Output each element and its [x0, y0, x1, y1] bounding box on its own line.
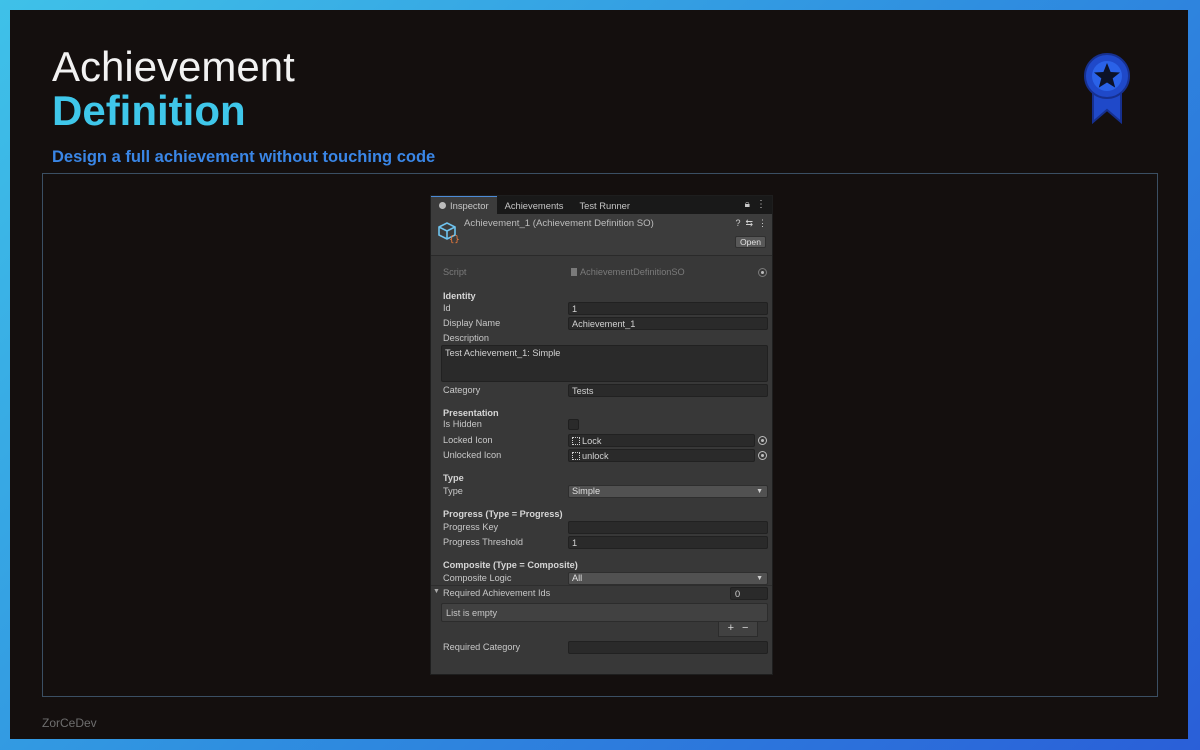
category-label: Category [443, 385, 481, 395]
category-field[interactable]: Tests [568, 384, 768, 397]
slide: Achievement Definition Design a full ach… [10, 10, 1188, 739]
description-label: Description [443, 333, 489, 343]
type-dropdown[interactable]: Simple ▼ [568, 485, 768, 498]
open-button[interactable]: Open [734, 236, 766, 248]
display-name-row: Display Name Achievement_1 [431, 317, 772, 331]
unlocked-icon-field[interactable]: unlock [568, 449, 755, 462]
more-options-icon[interactable]: ⋮ [756, 199, 766, 210]
type-header: Type [443, 473, 464, 483]
locked-icon-row: Locked Icon Lock [431, 434, 772, 448]
locked-icon-value: Lock [582, 436, 602, 446]
id-label: Id [443, 303, 451, 313]
is-hidden-label: Is Hidden [443, 419, 482, 429]
help-icon[interactable]: ? [735, 218, 740, 229]
header-icons: ? ⇆ ⋮ [735, 218, 767, 229]
type-row: Type Simple ▼ [431, 485, 772, 499]
context-menu-icon[interactable]: ⋮ [758, 218, 767, 229]
progress-threshold-label: Progress Threshold [443, 537, 524, 547]
subtitle: Design a full achievement without touchi… [52, 148, 436, 166]
required-ids-list: List is empty [441, 603, 768, 622]
presets-icon[interactable]: ⇆ [745, 218, 753, 229]
tab-label: Inspector [450, 200, 489, 211]
required-ids-label[interactable]: Required Achievement Ids [443, 588, 550, 598]
script-field: AchievementDefinitionSO [568, 266, 755, 279]
title-line-2: Definition [52, 87, 246, 134]
script-picker-icon [758, 268, 767, 277]
list-footer-buttons: + − [718, 622, 758, 637]
composite-logic-dropdown[interactable]: All ▼ [568, 572, 768, 585]
required-category-field[interactable] [568, 641, 768, 654]
sprite-icon [572, 437, 580, 445]
unlocked-icon-row: Unlocked Icon unlock [431, 449, 772, 463]
composite-header-row: Composite (Type = Composite) [431, 559, 772, 573]
progress-key-label: Progress Key [443, 522, 499, 532]
composite-logic-value: All [572, 573, 583, 583]
lock-icon[interactable]: 🔒︎ [745, 199, 750, 210]
svg-text:{}: {} [449, 235, 460, 244]
add-element-button[interactable]: + [728, 622, 734, 636]
script-value: AchievementDefinitionSO [580, 267, 685, 277]
locked-icon-field[interactable]: Lock [568, 434, 755, 447]
description-textarea[interactable]: Test Achievement_1: Simple [441, 345, 768, 382]
display-name-field[interactable]: Achievement_1 [568, 317, 768, 330]
award-ribbon-star-icon [1084, 53, 1130, 124]
tab-bar: Inspector Achievements Test Runner 🔒︎ ⋮ [431, 196, 772, 214]
foldout-arrow-icon[interactable]: ▼ [433, 588, 440, 595]
script-file-icon [571, 268, 577, 276]
object-picker-icon[interactable] [758, 451, 767, 460]
required-category-label: Required Category [443, 642, 521, 652]
id-field[interactable]: 1 [568, 302, 768, 315]
object-picker-icon[interactable] [758, 436, 767, 445]
scriptable-object-icon: {} [438, 222, 460, 244]
progress-header-row: Progress (Type = Progress) [431, 508, 772, 522]
script-label: Script [443, 267, 467, 277]
composite-logic-label: Composite Logic [443, 573, 512, 583]
asset-title: Achievement_1 (Achievement Definition SO… [464, 218, 654, 229]
is-hidden-row: Is Hidden [431, 418, 772, 432]
title-line-1: Achievement [52, 43, 295, 90]
sprite-icon [572, 452, 580, 460]
tab-inspector[interactable]: Inspector [431, 196, 497, 214]
description-row: Description [431, 332, 772, 346]
type-header-row: Type [431, 472, 772, 486]
presentation-header: Presentation [443, 408, 499, 418]
display-name-label: Display Name [443, 318, 501, 328]
required-ids-row: ▼ Required Achievement Ids 0 [431, 587, 772, 601]
info-icon [439, 202, 446, 209]
remove-element-button[interactable]: − [742, 622, 748, 636]
progress-key-field[interactable] [568, 521, 768, 534]
dropdown-arrow-icon: ▼ [756, 575, 763, 582]
category-row: Category Tests [431, 384, 772, 398]
required-category-row: Required Category [431, 641, 772, 655]
id-row: Id 1 [431, 302, 772, 316]
composite-header: Composite (Type = Composite) [443, 560, 578, 570]
script-row: Script AchievementDefinitionSO [431, 266, 772, 280]
tab-bar-controls: 🔒︎ ⋮ [745, 199, 766, 210]
locked-icon-label: Locked Icon [443, 435, 493, 445]
type-label: Type [443, 486, 463, 496]
tab-test-runner[interactable]: Test Runner [571, 196, 638, 214]
unlocked-icon-value: unlock [582, 451, 609, 461]
composite-logic-row: Composite Logic All ▼ [431, 572, 772, 586]
dropdown-arrow-icon: ▼ [756, 488, 763, 495]
identity-header: Identity [443, 291, 476, 301]
progress-threshold-row: Progress Threshold 1 [431, 536, 772, 550]
separator [431, 585, 772, 586]
progress-threshold-field[interactable]: 1 [568, 536, 768, 549]
footer-credit: ZorCeDev [42, 716, 97, 730]
type-value: Simple [572, 486, 601, 496]
progress-key-row: Progress Key [431, 521, 772, 535]
required-ids-count[interactable]: 0 [730, 587, 768, 600]
unity-inspector-panel: Inspector Achievements Test Runner 🔒︎ ⋮ … [430, 195, 773, 675]
is-hidden-checkbox[interactable] [568, 419, 579, 430]
tab-achievements[interactable]: Achievements [497, 196, 572, 214]
progress-header: Progress (Type = Progress) [443, 509, 563, 519]
unlocked-icon-label: Unlocked Icon [443, 450, 502, 460]
asset-header: {} Achievement_1 (Achievement Definition… [431, 214, 772, 256]
